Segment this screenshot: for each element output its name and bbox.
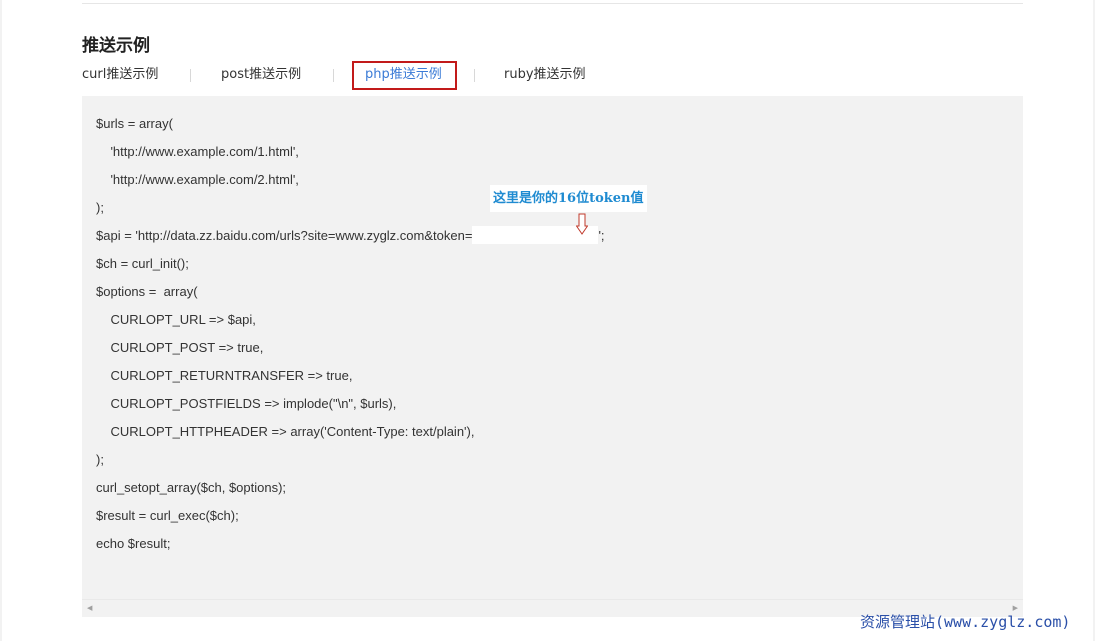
code-line: $ch = curl_init(); (96, 256, 189, 271)
code-line: CURLOPT_URL => $api, (96, 312, 256, 327)
code-line: CURLOPT_POSTFIELDS => implode("\n", $url… (96, 396, 397, 411)
tab-separator (333, 69, 334, 82)
code-line: CURLOPT_HTTPHEADER => array('Content-Typ… (96, 424, 475, 439)
watermark: 资源管理站(www.zyglz.com) (860, 613, 1071, 631)
api-prefix: $api = 'http://data.zz.baidu.com/urls?si… (96, 228, 473, 243)
tab-separator (190, 69, 191, 82)
api-suffix: '; (598, 228, 605, 243)
code-line: 'http://www.example.com/1.html', (96, 144, 299, 159)
tab-separator (474, 69, 475, 82)
code-line: $urls = array( (96, 116, 173, 131)
code-line-api: $api = 'http://data.zz.baidu.com/urls?si… (96, 222, 605, 250)
scroll-left-arrow-icon[interactable]: ◀ (87, 604, 92, 612)
active-tab-highlight-box (352, 61, 457, 90)
code-line: $result = curl_exec($ch); (96, 508, 239, 523)
tab-ruby[interactable]: ruby推送示例 (504, 62, 586, 88)
tab-post[interactable]: post推送示例 (221, 62, 301, 88)
section-title: 推送示例 (82, 36, 150, 56)
tab-curl[interactable]: curl推送示例 (82, 62, 158, 88)
code-line: curl_setopt_array($ch, $options); (96, 480, 287, 495)
code-lines: $urls = array( 'http://www.example.com/1… (96, 110, 605, 558)
code-line: CURLOPT_RETURNTRANSFER => true, (96, 368, 353, 383)
code-line: ); (96, 452, 104, 467)
code-line: $options = array( (96, 284, 198, 299)
down-arrow-icon (576, 213, 588, 235)
code-line: echo $result; (96, 536, 171, 551)
code-line: CURLOPT_POST => true, (96, 340, 264, 355)
content-card: 推送示例 curl推送示例 post推送示例 php推送示例 ruby推送示例 … (2, 0, 1093, 641)
code-block[interactable]: $urls = array( 'http://www.example.com/1… (82, 96, 1023, 616)
token-annotation-label: 这里是你的16位token值 (490, 185, 647, 212)
top-divider (82, 3, 1023, 4)
